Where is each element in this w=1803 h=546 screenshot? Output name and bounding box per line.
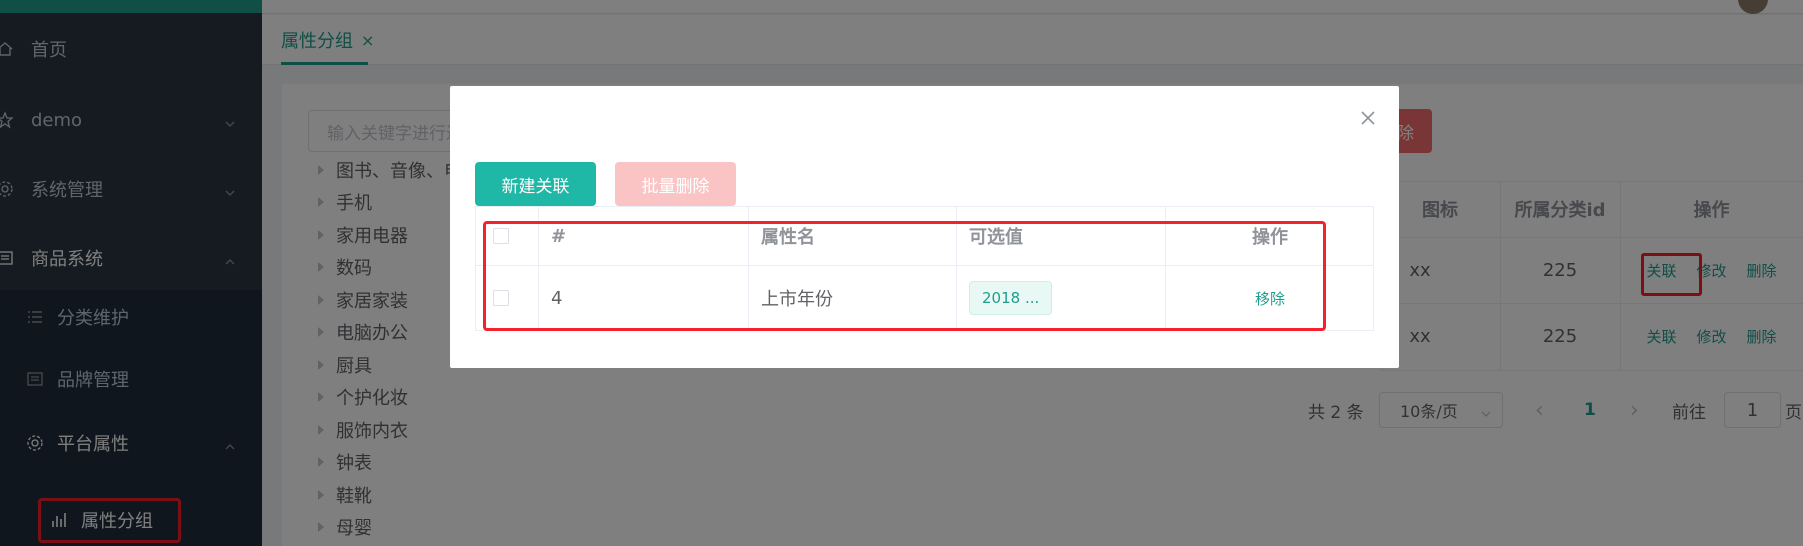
- new-relation-label: 新建关联: [501, 176, 570, 197]
- batch-delete-button[interactable]: 批量删除: [615, 162, 736, 206]
- new-relation-button[interactable]: 新建关联: [475, 162, 596, 206]
- close-icon[interactable]: [1356, 106, 1380, 130]
- batch-delete-label: 批量删除: [641, 176, 710, 197]
- highlight-box-dialog: [483, 221, 1326, 331]
